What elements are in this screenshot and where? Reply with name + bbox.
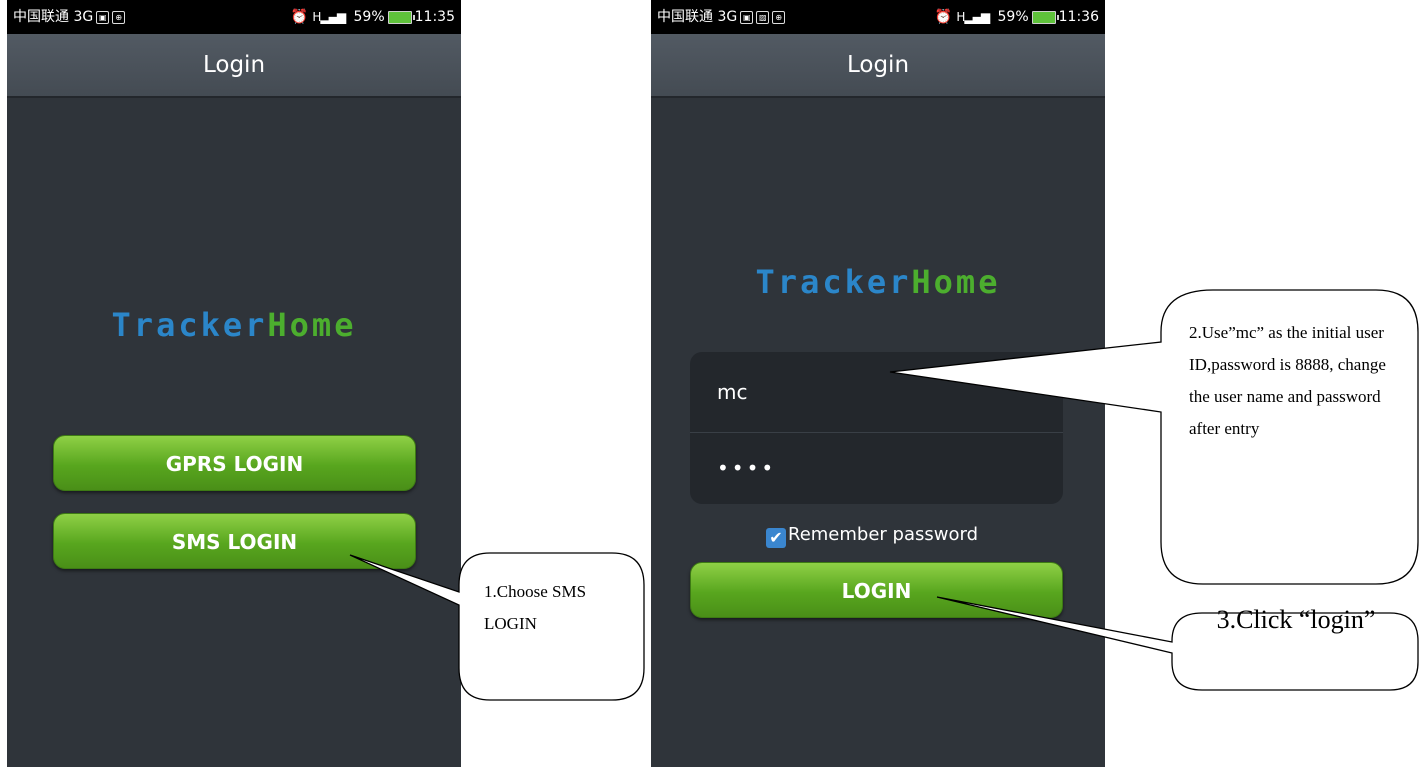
callout-step-3: 3.Click “login” (1216, 605, 1376, 634)
callout-step-2: 2.Use”mc” as the initial user ID,passwor… (1189, 323, 1386, 438)
callout-step-1: 1.Choose SMS LOGIN (484, 582, 587, 633)
